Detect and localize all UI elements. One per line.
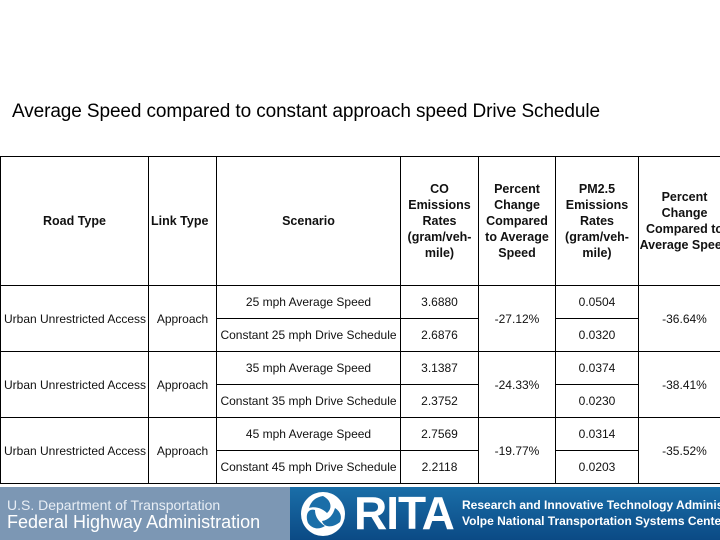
header-co-rates: CO Emissions Rates (gram/veh-mile) [400, 156, 479, 286]
table-row: Urban Unrestricted Access Approach 45 mp… [0, 417, 720, 484]
footer-banner: U.S. Department of Transportation Federa… [0, 487, 720, 540]
dot-tri-swoosh-icon [301, 492, 345, 536]
co-rate-cell: 2.6876 [400, 318, 479, 352]
road-type-cell: Urban Unrestricted Access [0, 285, 149, 352]
pm-rate-cell: 0.0203 [555, 450, 639, 484]
rita-wordmark: RITA [354, 487, 455, 539]
pm-change-cell: -38.41% [638, 351, 720, 418]
fhwa-label: Federal Highway Administration [7, 512, 261, 532]
co-rate-cell: 2.2118 [400, 450, 479, 484]
fhwa-logo-block: U.S. Department of Transportation Federa… [0, 487, 290, 540]
header-pm-change: Percent Change Compared to Average Speed [638, 156, 720, 286]
table-row: Urban Unrestricted Access Approach 25 mp… [0, 285, 720, 352]
rita-full-name: Research and Innovative Technology Admin… [462, 498, 720, 512]
header-link-type: Link Type [148, 156, 217, 286]
header-row: Road Type Link Type Scenario CO Emission… [0, 156, 720, 286]
pm-change-cell: -35.52% [638, 417, 720, 484]
scenario-cell: Constant 45 mph Drive Schedule [216, 450, 401, 484]
link-type-cell: Approach [148, 417, 217, 484]
rita-logo-block: RITA Research and Innovative Technology … [290, 487, 720, 540]
co-rate-cell: 2.3752 [400, 384, 479, 418]
emissions-table: Road Type Link Type Scenario CO Emission… [0, 156, 720, 484]
scenario-cell: Constant 25 mph Drive Schedule [216, 318, 401, 352]
link-type-cell: Approach [148, 285, 217, 352]
header-scenario: Scenario [216, 156, 401, 286]
scenario-cell: 35 mph Average Speed [216, 351, 401, 385]
header-pm-rates: PM2.5 Emissions Rates (gram/veh-mile) [555, 156, 639, 286]
pm-rate-cell: 0.0230 [555, 384, 639, 418]
scenario-cell: 45 mph Average Speed [216, 417, 401, 451]
co-rate-cell: 3.6880 [400, 285, 479, 319]
pm-rate-cell: 0.0314 [555, 417, 639, 451]
co-change-cell: -19.77% [478, 417, 556, 484]
co-rate-cell: 2.7569 [400, 417, 479, 451]
road-type-cell: Urban Unrestricted Access [0, 417, 149, 484]
co-change-cell: -27.12% [478, 285, 556, 352]
pm-rate-cell: 0.0374 [555, 351, 639, 385]
scenario-cell: 25 mph Average Speed [216, 285, 401, 319]
table-row: Urban Unrestricted Access Approach 35 mp… [0, 351, 720, 418]
co-change-cell: -24.33% [478, 351, 556, 418]
co-rate-cell: 3.1387 [400, 351, 479, 385]
road-type-cell: Urban Unrestricted Access [0, 351, 149, 418]
pm-rate-cell: 0.0504 [555, 285, 639, 319]
link-type-cell: Approach [148, 351, 217, 418]
pm-change-cell: -36.64% [638, 285, 720, 352]
scenario-cell: Constant 35 mph Drive Schedule [216, 384, 401, 418]
dot-label: U.S. Department of Transportation [7, 497, 221, 513]
header-road-type: Road Type [0, 156, 149, 286]
header-co-change: Percent Change Compared to Average Speed [478, 156, 556, 286]
volpe-name: Volpe National Transportation Systems Ce… [462, 514, 720, 528]
pm-rate-cell: 0.0320 [555, 318, 639, 352]
slide-title: Average Speed compared to constant appro… [12, 101, 600, 122]
